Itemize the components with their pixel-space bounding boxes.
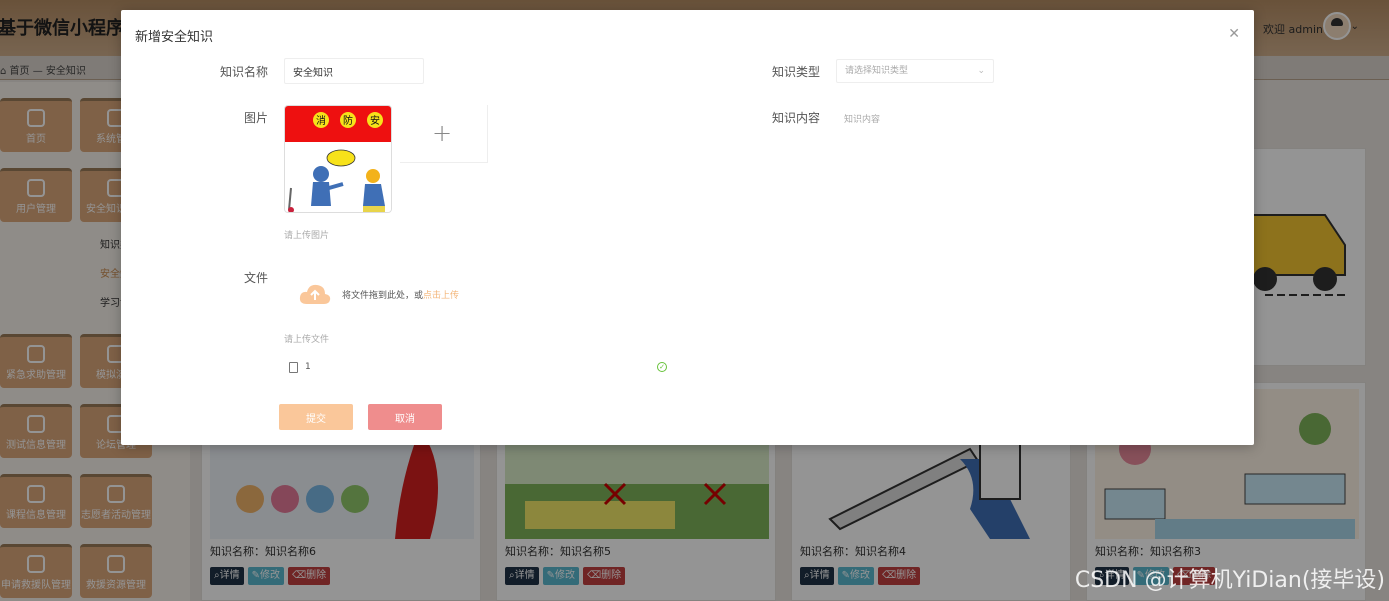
dialog-title: 新增安全知识 xyxy=(135,30,214,45)
content-label: 知识内容 xyxy=(772,111,821,125)
image-hint: 请上传图片 xyxy=(284,231,330,241)
upload-instruction: 将文件拖到此处，或点击上传 xyxy=(342,291,460,301)
plus-icon: + xyxy=(432,119,453,147)
uploaded-file-item[interactable]: 1 ✓ xyxy=(289,360,667,378)
content-editor-placeholder[interactable]: 知识内容 xyxy=(844,112,880,125)
cloud-upload-icon xyxy=(299,284,331,304)
submit-button[interactable]: 提交 xyxy=(279,404,353,430)
type-select[interactable]: 请选择知识类型 ⌄ xyxy=(836,59,994,83)
watermark: CSDN @计算机YiDian(接毕设) xyxy=(1074,568,1385,593)
poster-banner-char: 消 xyxy=(316,114,326,127)
poster-banner-char: 防 xyxy=(343,114,353,127)
type-label: 知识类型 xyxy=(772,65,821,79)
name-label: 知识名称 xyxy=(220,65,269,79)
fire-safety-poster-image: 消 防 安 xyxy=(285,106,391,212)
file-name: 1 xyxy=(305,362,311,372)
name-input[interactable] xyxy=(284,58,424,84)
close-icon[interactable]: ✕ xyxy=(1228,26,1240,42)
add-knowledge-dialog: 新增安全知识 ✕ 知识名称 知识类型 请选择知识类型 ⌄ 图片 消 防 安 xyxy=(121,10,1254,445)
uploaded-image-thumbnail[interactable]: 消 防 安 xyxy=(284,105,392,213)
file-hint: 请上传文件 xyxy=(284,335,330,345)
type-select-placeholder: 请选择知识类型 xyxy=(845,66,909,76)
image-label: 图片 xyxy=(244,111,269,125)
add-image-button[interactable]: + xyxy=(400,105,488,163)
click-upload-link[interactable]: 点击上传 xyxy=(423,291,459,301)
check-circle-icon: ✓ xyxy=(657,362,667,372)
file-label: 文件 xyxy=(244,271,269,285)
document-icon xyxy=(289,362,298,373)
cancel-button[interactable]: 取消 xyxy=(368,404,442,430)
chevron-down-icon: ⌄ xyxy=(977,66,985,76)
poster-banner-char: 安 xyxy=(370,114,380,127)
